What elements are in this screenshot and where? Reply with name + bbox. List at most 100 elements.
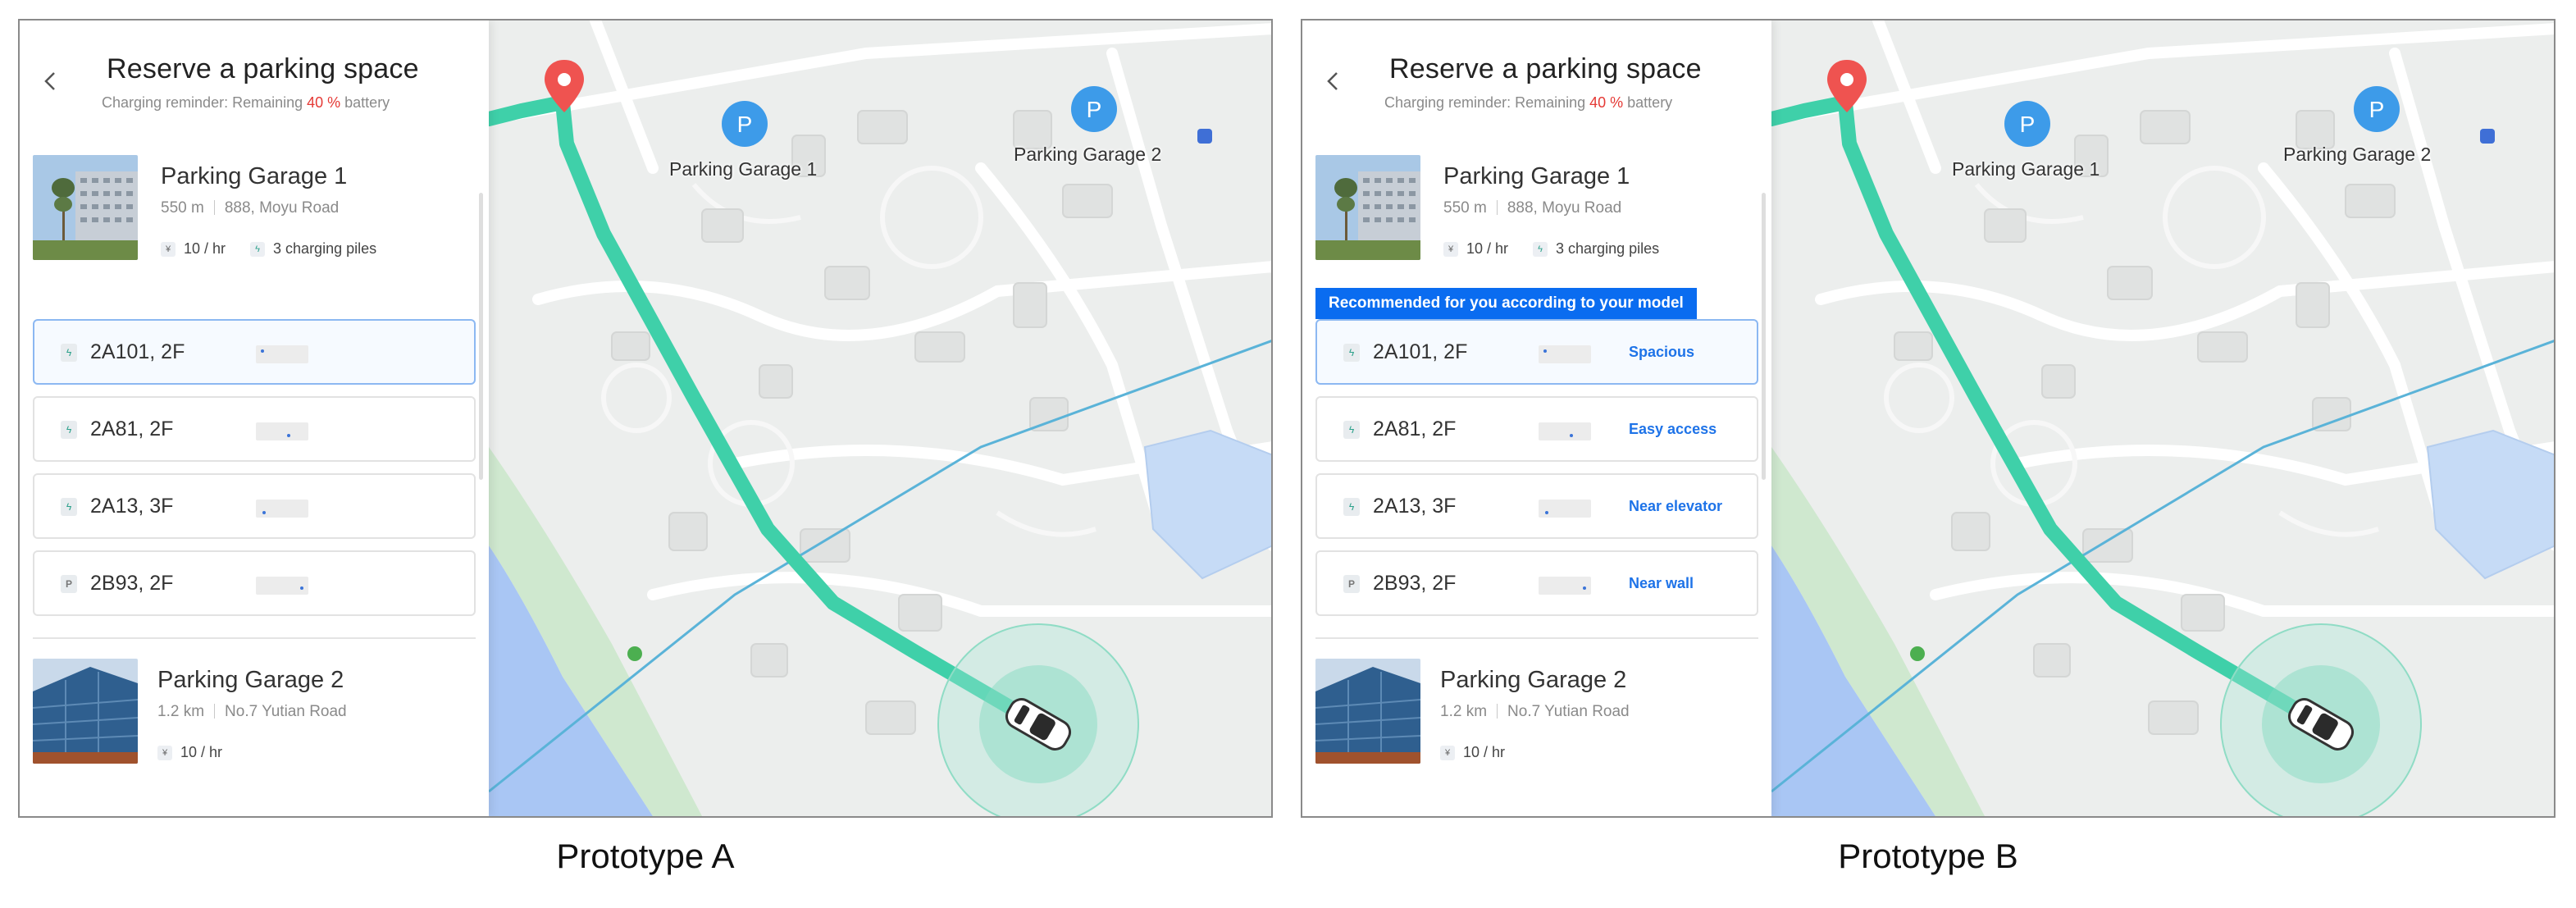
prototype-a-screen: Reserve a parking space Charging reminde…	[18, 19, 1273, 818]
price-tag: ¥10 / hr	[161, 240, 226, 258]
panel-scrollbar[interactable]	[1762, 193, 1766, 480]
garage-1-photo	[33, 155, 138, 260]
spot-label: 2A81, 2F	[90, 417, 174, 440]
chevron-left-icon	[44, 72, 55, 90]
spot-location-thumbnail	[256, 422, 308, 440]
spot-location-thumbnail	[1539, 422, 1591, 440]
spot-item-2b93[interactable]: P 2B93, 2F	[33, 550, 476, 616]
yen-icon: ¥	[157, 745, 172, 760]
navigation-map[interactable]: P P Parking Garage 1 Parking Garage 2	[489, 21, 1271, 816]
map-label-garage-2[interactable]: Parking Garage 2	[1014, 144, 1161, 166]
garage-1-distance: 550 m	[161, 199, 204, 217]
yen-icon: ¥	[1443, 241, 1458, 257]
garage-1-name: Parking Garage 1	[161, 163, 348, 189]
garage-2-meta: 1.2 km No.7 Yutian Road	[157, 703, 347, 721]
yen-icon: ¥	[161, 241, 176, 257]
lightning-icon: ϟ	[1533, 241, 1548, 257]
charging-reminder: Charging reminder: Remaining 40 % batter…	[102, 94, 390, 112]
spot-item-2b93[interactable]: P 2B93, 2F Near wall	[1315, 550, 1758, 616]
garage-1-address: 888, Moyu Road	[1507, 199, 1622, 217]
garage-2-price: 10 / hr	[1463, 744, 1506, 760]
price-tag: ¥10 / hr	[157, 744, 222, 761]
spot-item-2a13[interactable]: ϟ 2A13, 3F Near elevator	[1315, 473, 1758, 539]
spot-location-thumbnail	[1539, 345, 1591, 363]
chevron-left-icon	[1327, 72, 1338, 90]
garage-1-tags: ¥10 / hr ϟ 3 charging piles	[1443, 240, 1659, 258]
charging-tag: ϟ 3 charging piles	[250, 240, 376, 258]
back-button[interactable]	[34, 65, 67, 98]
garage-1-price: 10 / hr	[1466, 240, 1509, 257]
garage-1-address: 888, Moyu Road	[224, 199, 340, 217]
lightning-icon: ϟ	[61, 344, 77, 362]
map-label-garage-1[interactable]: Parking Garage 1	[669, 158, 817, 180]
garage-card-1[interactable]: Parking Garage 1 550 m 888, Moyu Road ¥10…	[33, 155, 476, 270]
garage-2-address: No.7 Yutian Road	[1507, 703, 1630, 720]
spot-label: 2B93, 2F	[90, 572, 174, 595]
separator	[1496, 200, 1498, 215]
spot-label: 2A101, 2F	[90, 340, 185, 363]
garage-2-name: Parking Garage 2	[157, 667, 344, 693]
spot-label: 2A81, 2F	[1373, 417, 1457, 440]
spot-label: 2A13, 3F	[1373, 495, 1457, 518]
reservation-panel: Reserve a parking space Charging reminde…	[20, 21, 489, 816]
divider	[1315, 637, 1758, 639]
garage-2-meta: 1.2 km No.7 Yutian Road	[1440, 703, 1630, 721]
spot-location-thumbnail	[256, 345, 308, 363]
spot-item-2a101[interactable]: ϟ 2A101, 2F	[33, 319, 476, 385]
charging-reminder: Charging reminder: Remaining 40 % batter…	[1384, 94, 1672, 112]
lightning-icon: ϟ	[250, 241, 266, 257]
garage-2-distance: 1.2 km	[1440, 703, 1488, 720]
parking-icon: P	[1343, 575, 1360, 593]
spot-item-2a101[interactable]: ϟ 2A101, 2F Spacious	[1315, 319, 1758, 385]
garage-2-name: Parking Garage 2	[1440, 667, 1627, 693]
lightning-icon: ϟ	[61, 498, 77, 516]
spot-location-thumbnail	[256, 500, 308, 518]
garage-1-tags: ¥10 / hr ϟ 3 charging piles	[161, 240, 376, 258]
garage-card-1[interactable]: Parking Garage 1 550 m 888, Moyu Road ¥10…	[1315, 155, 1758, 270]
marker-letter-1: P	[737, 112, 753, 137]
spot-item-2a81[interactable]: ϟ 2A81, 2F Easy access	[1315, 396, 1758, 462]
lightning-icon: ϟ	[61, 421, 77, 439]
panel-scrollbar[interactable]	[479, 193, 483, 480]
garage-1-photo	[1315, 155, 1420, 260]
garage-2-tags: ¥10 / hr	[1440, 744, 1505, 761]
price-tag: ¥10 / hr	[1443, 240, 1508, 258]
reminder-prefix: Charging reminder: Remaining	[1384, 94, 1590, 111]
separator	[213, 200, 215, 215]
spot-item-2a13[interactable]: ϟ 2A13, 3F	[33, 473, 476, 539]
garage-1-meta: 550 m 888, Moyu Road	[161, 199, 339, 217]
spot-feature: Easy access	[1629, 421, 1717, 437]
garage-card-2[interactable]: Parking Garage 2 1.2 km No.7 Yutian Road …	[1315, 659, 1758, 773]
back-button[interactable]	[1317, 65, 1350, 98]
spot-feature: Near elevator	[1629, 498, 1723, 514]
marker-letter-2: P	[2369, 97, 2385, 122]
spot-feature: Spacious	[1629, 344, 1695, 360]
navigation-map[interactable]: P P Parking Garage 1 Parking Garage 2	[1771, 21, 2554, 816]
garage-1-distance: 550 m	[1443, 199, 1487, 217]
spot-item-2a81[interactable]: ϟ 2A81, 2F	[33, 396, 476, 462]
spot-label: 2B93, 2F	[1373, 572, 1457, 595]
reminder-prefix: Charging reminder: Remaining	[102, 94, 308, 111]
spot-feature: Near wall	[1629, 575, 1694, 591]
spot-location-thumbnail	[1539, 577, 1591, 595]
divider	[33, 637, 476, 639]
spot-location-thumbnail	[256, 577, 308, 595]
garage-1-charging: 3 charging piles	[1556, 240, 1660, 257]
garage-2-photo	[33, 659, 138, 764]
garage-2-distance: 1.2 km	[157, 703, 205, 720]
lightning-icon: ϟ	[1343, 498, 1360, 516]
garage-1-meta: 550 m 888, Moyu Road	[1443, 199, 1621, 217]
recommendation-banner: Recommended for you according to your mo…	[1315, 288, 1697, 319]
spot-location-thumbnail	[1539, 500, 1591, 518]
separator	[214, 704, 216, 719]
map-canvas: P P	[1771, 21, 2554, 816]
map-label-garage-2[interactable]: Parking Garage 2	[2283, 144, 2431, 166]
garage-card-2[interactable]: Parking Garage 2 1.2 km No.7 Yutian Road …	[33, 659, 476, 773]
page-title: Reserve a parking space	[1389, 53, 1702, 84]
reminder-suffix: battery	[1623, 94, 1673, 111]
garage-1-charging: 3 charging piles	[273, 240, 377, 257]
map-label-garage-1[interactable]: Parking Garage 1	[1952, 158, 2100, 180]
lightning-icon: ϟ	[1343, 421, 1360, 439]
marker-letter-2: P	[1087, 97, 1102, 122]
battery-percent: 40 %	[1589, 94, 1624, 111]
